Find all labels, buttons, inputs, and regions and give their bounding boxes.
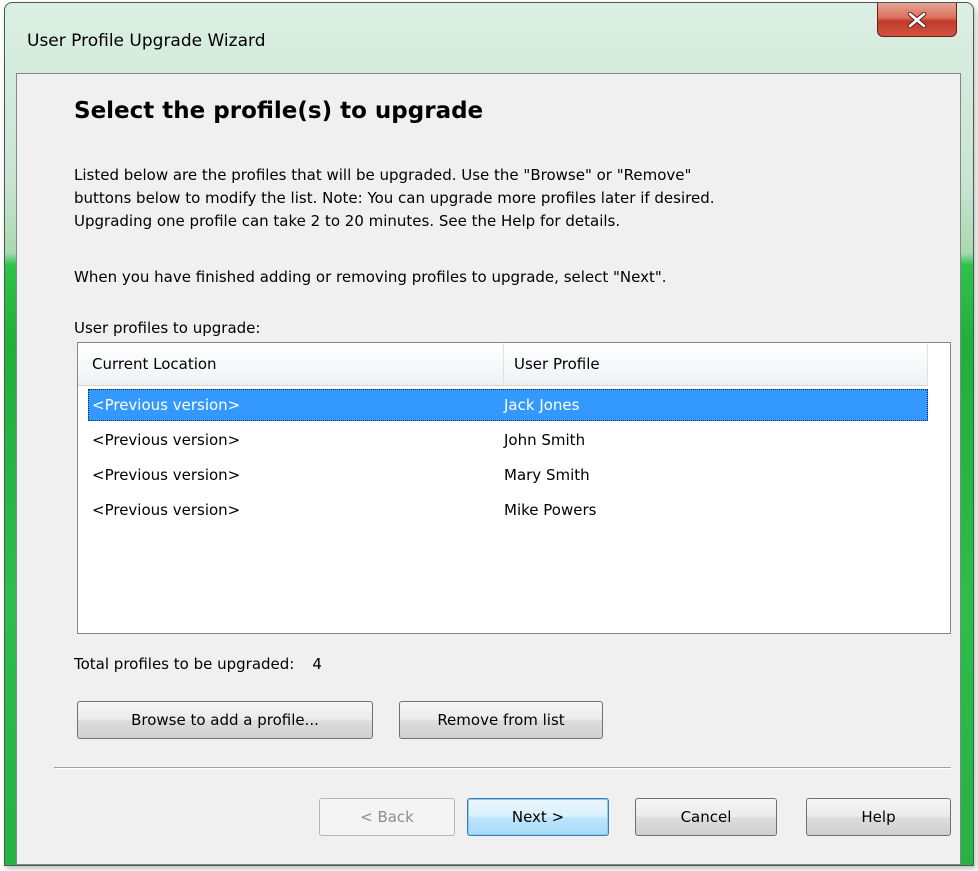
back-button[interactable]: < Back [319, 798, 455, 836]
wizard-window: User Profile Upgrade Wizard Select the p… [4, 2, 974, 866]
wizard-page: Select the profile(s) to upgrade Listed … [16, 73, 961, 865]
total-profiles: Total profiles to be upgraded: 4 [74, 655, 322, 673]
finish-instructions: When you have finished adding or removin… [74, 266, 944, 289]
cell-current-location: <Previous version> [92, 396, 241, 414]
table-row[interactable]: <Previous version> Mike Powers [88, 494, 928, 526]
profiles-list-label: User profiles to upgrade: [74, 319, 261, 337]
page-title: Select the profile(s) to upgrade [74, 98, 484, 124]
table-row[interactable]: <Previous version> John Smith [88, 424, 928, 456]
finish-line: When you have finished adding or removin… [74, 268, 667, 286]
listview-header: Current Location User Profile [78, 343, 928, 386]
cell-current-location: <Previous version> [92, 501, 241, 519]
table-row[interactable]: <Previous version> Jack Jones [88, 389, 928, 421]
intro-line: Upgrading one profile can take 2 to 20 m… [74, 212, 621, 230]
cell-user-profile: John Smith [504, 431, 586, 449]
intro-text: Listed below are the profiles that will … [74, 164, 944, 233]
window-title: User Profile Upgrade Wizard [27, 31, 266, 51]
remove-from-list-button[interactable]: Remove from list [399, 701, 603, 739]
help-button[interactable]: Help [806, 798, 951, 836]
close-button[interactable] [877, 3, 957, 37]
profiles-listview[interactable]: Current Location User Profile <Previous … [77, 342, 951, 634]
cell-user-profile: Mary Smith [504, 466, 590, 484]
intro-line: buttons below to modify the list. Note: … [74, 189, 715, 207]
intro-line: Listed below are the profiles that will … [74, 166, 692, 184]
cell-user-profile: Mike Powers [504, 501, 597, 519]
cancel-button[interactable]: Cancel [635, 798, 777, 836]
page-root: User Profile Upgrade Wizard Select the p… [0, 0, 978, 871]
browse-add-profile-button[interactable]: Browse to add a profile... [77, 701, 373, 739]
total-profiles-count: 4 [312, 655, 322, 673]
column-header-user-profile[interactable]: User Profile [505, 343, 928, 385]
separator [54, 767, 951, 769]
cell-current-location: <Previous version> [92, 466, 241, 484]
table-row[interactable]: <Previous version> Mary Smith [88, 459, 928, 491]
close-icon [907, 11, 927, 28]
cell-user-profile: Jack Jones [504, 396, 580, 414]
cell-current-location: <Previous version> [92, 431, 241, 449]
total-profiles-label: Total profiles to be upgraded: [74, 655, 295, 673]
column-header-current-location[interactable]: Current Location [78, 343, 504, 385]
next-button[interactable]: Next > [467, 798, 609, 836]
title-bar[interactable]: User Profile Upgrade Wizard [5, 3, 973, 83]
